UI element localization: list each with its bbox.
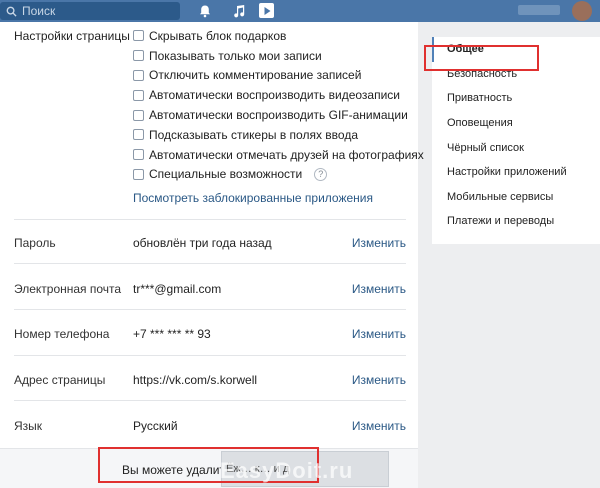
row-language: Язык Русский Изменить — [0, 419, 418, 439]
row-value: +7 *** *** ** 93 — [133, 327, 211, 341]
row-value: tr***@gmail.com — [133, 282, 222, 296]
option-disable-comments[interactable]: Отключить комментирование записей — [133, 66, 424, 86]
search-icon — [6, 6, 17, 17]
change-email-link[interactable]: Изменить — [352, 282, 406, 296]
change-language-link[interactable]: Изменить — [352, 419, 406, 433]
menu-item-mobile-services[interactable]: Мобильные сервисы — [432, 185, 600, 210]
row-label: Язык — [14, 419, 43, 433]
option-label: Специальные возможности — [149, 167, 303, 182]
blocked-apps-link[interactable]: Посмотреть заблокированные приложения — [133, 191, 373, 205]
option-autoplay-gif[interactable]: Автоматически воспроизводить GIF-анимаци… — [133, 105, 424, 125]
option-label: Автоматически воспроизводить видеозаписи — [149, 88, 400, 103]
divider — [14, 309, 406, 310]
option-auto-tag-friends[interactable]: Автоматически отмечать друзей на фотогра… — [133, 145, 424, 165]
checkbox[interactable] — [133, 168, 144, 180]
row-password: Пароль обновлён три года назад Изменить — [0, 236, 418, 256]
option-label: Показывать только мои записи — [149, 48, 322, 63]
checkbox[interactable] — [133, 149, 144, 161]
row-label: Электронная почта — [14, 282, 122, 296]
highlight-frame-menu — [424, 45, 539, 71]
row-value: Русский — [133, 419, 178, 433]
search-input[interactable]: Поиск — [0, 2, 180, 20]
row-label: Номер телефона — [14, 327, 110, 341]
music-icon[interactable] — [231, 3, 247, 19]
bell-icon[interactable] — [197, 3, 213, 19]
option-label: Подсказывать стикеры в полях ввода — [149, 127, 358, 142]
help-icon[interactable]: ? — [314, 167, 328, 181]
user-name-blurred[interactable] — [518, 5, 560, 15]
checkbox[interactable] — [133, 30, 144, 42]
menu-item-payments[interactable]: Платежи и переводы — [432, 209, 600, 234]
divider — [14, 263, 406, 264]
divider — [14, 355, 406, 356]
option-hide-gifts[interactable]: Скрывать блок подарков — [133, 26, 424, 46]
change-phone-link[interactable]: Изменить — [352, 327, 406, 341]
menu-item-privacy[interactable]: Приватность — [432, 86, 600, 111]
option-label: Автоматически отмечать друзей на фотогра… — [149, 147, 424, 162]
row-value: обновлён три года назад — [133, 236, 272, 250]
settings-main-panel: Настройки страницы Скрывать блок подарко… — [0, 22, 424, 488]
option-label: Отключить комментирование записей — [149, 68, 362, 83]
page-settings-checklist: Скрывать блок подарков Показывать только… — [133, 26, 424, 184]
search-placeholder: Поиск — [22, 4, 56, 18]
option-suggest-stickers[interactable]: Подсказывать стикеры в полях ввода — [133, 125, 424, 145]
row-email: Электронная почта tr***@gmail.com Измени… — [0, 282, 418, 302]
change-password-link[interactable]: Изменить — [352, 236, 406, 250]
option-accessibility[interactable]: Специальные возможности? — [133, 165, 424, 185]
menu-item-app-settings[interactable]: Настройки приложений — [432, 160, 600, 185]
checkbox[interactable] — [133, 50, 144, 62]
row-label: Адрес страницы — [14, 373, 106, 387]
row-label: Пароль — [14, 236, 56, 250]
divider — [14, 400, 406, 401]
change-address-link[interactable]: Изменить — [352, 373, 406, 387]
option-autoplay-video[interactable]: Автоматически воспроизводить видеозаписи — [133, 85, 424, 105]
menu-item-blacklist[interactable]: Чёрный список — [432, 135, 600, 160]
page-settings-label: Настройки страницы — [14, 29, 130, 43]
checkbox[interactable] — [133, 109, 144, 121]
menu-item-notifications[interactable]: Оповещения — [432, 111, 600, 136]
row-value: https://vk.com/s.korwell — [133, 373, 258, 387]
row-phone: Номер телефона +7 *** *** ** 93 Изменить — [0, 327, 418, 347]
checkbox[interactable] — [133, 89, 144, 101]
video-icon[interactable] — [259, 3, 274, 18]
option-label: Скрывать блок подарков — [149, 28, 287, 43]
option-only-my-posts[interactable]: Показывать только мои записи — [133, 46, 424, 66]
divider — [14, 219, 406, 220]
top-navigation-bar: Поиск — [0, 0, 600, 22]
checkbox[interactable] — [133, 129, 144, 141]
avatar[interactable] — [572, 1, 592, 21]
checkbox[interactable] — [133, 69, 144, 81]
option-label: Автоматически воспроизводить GIF-анимаци… — [149, 108, 408, 123]
watermark: EasyDoit.ru — [220, 458, 354, 483]
row-page-address: Адрес страницы https://vk.com/s.korwell … — [0, 373, 418, 393]
